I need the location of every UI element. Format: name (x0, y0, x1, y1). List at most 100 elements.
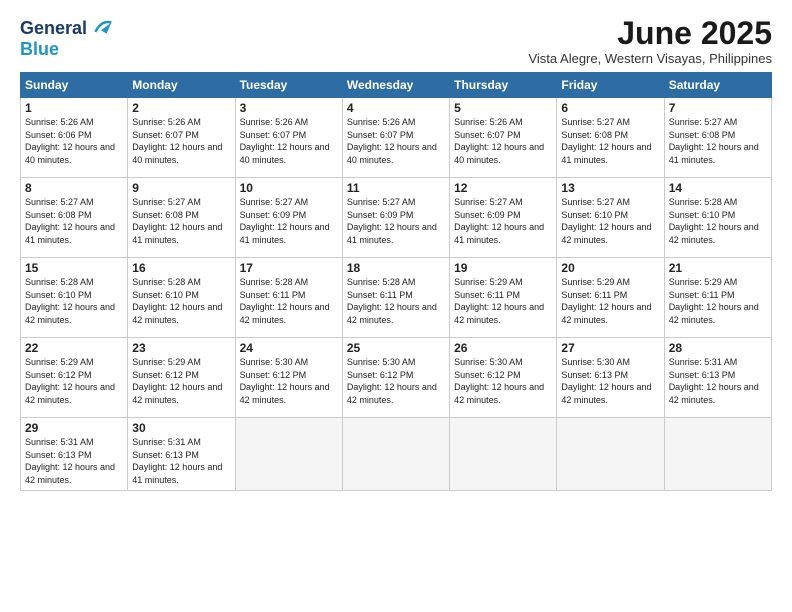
day-number: 3 (240, 101, 338, 115)
day-number: 14 (669, 181, 767, 195)
day-number: 5 (454, 101, 552, 115)
table-row: 29 Sunrise: 5:31 AMSunset: 6:13 PMDaylig… (21, 418, 128, 490)
table-row (557, 418, 664, 490)
table-row: 4 Sunrise: 5:26 AMSunset: 6:07 PMDayligh… (342, 98, 449, 178)
day-info: Sunrise: 5:27 AMSunset: 6:08 PMDaylight:… (132, 197, 222, 245)
day-number: 8 (25, 181, 123, 195)
header: General Blue June 2025 Vista Alegre, Wes… (20, 16, 772, 66)
day-number: 7 (669, 101, 767, 115)
day-number: 28 (669, 341, 767, 355)
table-row (664, 418, 771, 490)
day-number: 13 (561, 181, 659, 195)
col-wednesday: Wednesday (342, 73, 449, 98)
day-info: Sunrise: 5:30 AMSunset: 6:12 PMDaylight:… (454, 357, 544, 405)
day-info: Sunrise: 5:29 AMSunset: 6:11 PMDaylight:… (669, 277, 759, 325)
logo-text-line1: General (20, 19, 87, 37)
day-info: Sunrise: 5:27 AMSunset: 6:08 PMDaylight:… (561, 117, 651, 165)
day-info: Sunrise: 5:26 AMSunset: 6:07 PMDaylight:… (132, 117, 222, 165)
day-info: Sunrise: 5:27 AMSunset: 6:10 PMDaylight:… (561, 197, 651, 245)
table-row: 26 Sunrise: 5:30 AMSunset: 6:12 PMDaylig… (450, 338, 557, 418)
table-row (450, 418, 557, 490)
day-info: Sunrise: 5:30 AMSunset: 6:12 PMDaylight:… (240, 357, 330, 405)
table-row: 10 Sunrise: 5:27 AMSunset: 6:09 PMDaylig… (235, 178, 342, 258)
table-row: 13 Sunrise: 5:27 AMSunset: 6:10 PMDaylig… (557, 178, 664, 258)
table-row: 15 Sunrise: 5:28 AMSunset: 6:10 PMDaylig… (21, 258, 128, 338)
day-info: Sunrise: 5:30 AMSunset: 6:13 PMDaylight:… (561, 357, 651, 405)
day-info: Sunrise: 5:26 AMSunset: 6:06 PMDaylight:… (25, 117, 115, 165)
table-row: 3 Sunrise: 5:26 AMSunset: 6:07 PMDayligh… (235, 98, 342, 178)
day-number: 17 (240, 261, 338, 275)
day-info: Sunrise: 5:28 AMSunset: 6:11 PMDaylight:… (240, 277, 330, 325)
col-tuesday: Tuesday (235, 73, 342, 98)
day-info: Sunrise: 5:26 AMSunset: 6:07 PMDaylight:… (454, 117, 544, 165)
table-row: 30 Sunrise: 5:31 AMSunset: 6:13 PMDaylig… (128, 418, 235, 490)
day-number: 1 (25, 101, 123, 115)
table-row: 7 Sunrise: 5:27 AMSunset: 6:08 PMDayligh… (664, 98, 771, 178)
calendar-table: Sunday Monday Tuesday Wednesday Thursday… (20, 72, 772, 490)
day-info: Sunrise: 5:28 AMSunset: 6:10 PMDaylight:… (25, 277, 115, 325)
table-row: 9 Sunrise: 5:27 AMSunset: 6:08 PMDayligh… (128, 178, 235, 258)
table-row: 12 Sunrise: 5:27 AMSunset: 6:09 PMDaylig… (450, 178, 557, 258)
day-number: 29 (25, 421, 123, 435)
day-number: 27 (561, 341, 659, 355)
day-info: Sunrise: 5:31 AMSunset: 6:13 PMDaylight:… (132, 437, 222, 485)
day-number: 6 (561, 101, 659, 115)
day-info: Sunrise: 5:28 AMSunset: 6:11 PMDaylight:… (347, 277, 437, 325)
logo: General Blue (20, 16, 113, 58)
day-number: 10 (240, 181, 338, 195)
table-row: 11 Sunrise: 5:27 AMSunset: 6:09 PMDaylig… (342, 178, 449, 258)
title-block: June 2025 Vista Alegre, Western Visayas,… (528, 16, 772, 66)
table-row: 5 Sunrise: 5:26 AMSunset: 6:07 PMDayligh… (450, 98, 557, 178)
day-number: 16 (132, 261, 230, 275)
day-info: Sunrise: 5:30 AMSunset: 6:12 PMDaylight:… (347, 357, 437, 405)
table-row: 23 Sunrise: 5:29 AMSunset: 6:12 PMDaylig… (128, 338, 235, 418)
location-subtitle: Vista Alegre, Western Visayas, Philippin… (528, 51, 772, 66)
day-info: Sunrise: 5:26 AMSunset: 6:07 PMDaylight:… (240, 117, 330, 165)
table-row: 1 Sunrise: 5:26 AMSunset: 6:06 PMDaylight… (21, 98, 128, 178)
day-number: 24 (240, 341, 338, 355)
page: General Blue June 2025 Vista Alegre, Wes… (0, 0, 792, 612)
day-info: Sunrise: 5:27 AMSunset: 6:08 PMDaylight:… (669, 117, 759, 165)
table-row: 20 Sunrise: 5:29 AMSunset: 6:11 PMDaylig… (557, 258, 664, 338)
table-row: 22 Sunrise: 5:29 AMSunset: 6:12 PMDaylig… (21, 338, 128, 418)
table-row: 14 Sunrise: 5:28 AMSunset: 6:10 PMDaylig… (664, 178, 771, 258)
day-info: Sunrise: 5:31 AMSunset: 6:13 PMDaylight:… (669, 357, 759, 405)
day-info: Sunrise: 5:27 AMSunset: 6:08 PMDaylight:… (25, 197, 115, 245)
table-row: 27 Sunrise: 5:30 AMSunset: 6:13 PMDaylig… (557, 338, 664, 418)
table-row: 24 Sunrise: 5:30 AMSunset: 6:12 PMDaylig… (235, 338, 342, 418)
table-row: 21 Sunrise: 5:29 AMSunset: 6:11 PMDaylig… (664, 258, 771, 338)
day-number: 18 (347, 261, 445, 275)
day-info: Sunrise: 5:26 AMSunset: 6:07 PMDaylight:… (347, 117, 437, 165)
day-number: 30 (132, 421, 230, 435)
day-number: 2 (132, 101, 230, 115)
day-info: Sunrise: 5:29 AMSunset: 6:11 PMDaylight:… (561, 277, 651, 325)
day-number: 22 (25, 341, 123, 355)
day-number: 11 (347, 181, 445, 195)
table-row: 8 Sunrise: 5:27 AMSunset: 6:08 PMDayligh… (21, 178, 128, 258)
day-number: 25 (347, 341, 445, 355)
col-friday: Friday (557, 73, 664, 98)
table-row: 6 Sunrise: 5:27 AMSunset: 6:08 PMDayligh… (557, 98, 664, 178)
day-info: Sunrise: 5:29 AMSunset: 6:12 PMDaylight:… (132, 357, 222, 405)
col-monday: Monday (128, 73, 235, 98)
table-row: 19 Sunrise: 5:29 AMSunset: 6:11 PMDaylig… (450, 258, 557, 338)
calendar-header-row: Sunday Monday Tuesday Wednesday Thursday… (21, 73, 772, 98)
logo-text-line2: Blue (20, 40, 59, 58)
day-info: Sunrise: 5:27 AMSunset: 6:09 PMDaylight:… (240, 197, 330, 245)
table-row: 18 Sunrise: 5:28 AMSunset: 6:11 PMDaylig… (342, 258, 449, 338)
day-info: Sunrise: 5:29 AMSunset: 6:11 PMDaylight:… (454, 277, 544, 325)
day-number: 15 (25, 261, 123, 275)
day-number: 12 (454, 181, 552, 195)
col-thursday: Thursday (450, 73, 557, 98)
logo-icon (89, 16, 113, 40)
day-number: 19 (454, 261, 552, 275)
day-number: 4 (347, 101, 445, 115)
col-sunday: Sunday (21, 73, 128, 98)
month-title: June 2025 (528, 16, 772, 51)
day-info: Sunrise: 5:27 AMSunset: 6:09 PMDaylight:… (454, 197, 544, 245)
table-row: 28 Sunrise: 5:31 AMSunset: 6:13 PMDaylig… (664, 338, 771, 418)
table-row (235, 418, 342, 490)
table-row: 16 Sunrise: 5:28 AMSunset: 6:10 PMDaylig… (128, 258, 235, 338)
day-number: 26 (454, 341, 552, 355)
day-number: 21 (669, 261, 767, 275)
